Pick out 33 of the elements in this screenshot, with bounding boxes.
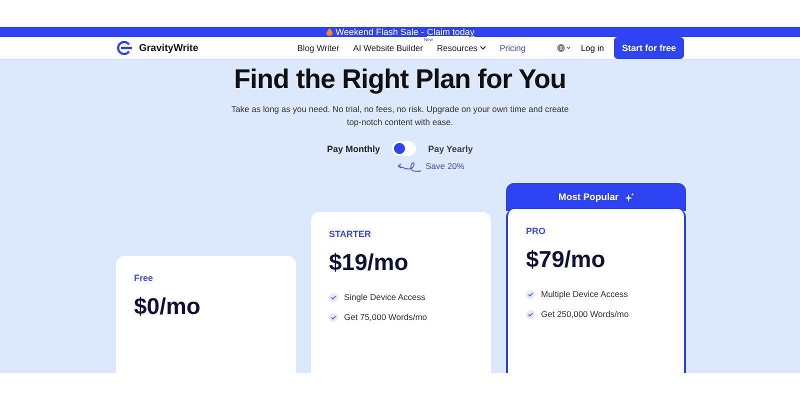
save-note: Save 20% xyxy=(426,161,464,172)
subtitle: Take as long as you need. No trial, no fees, no risk. Upgrade on your own time and create top-notch content with ease. xyxy=(230,103,570,130)
plan-price: $19/mo xyxy=(329,249,410,276)
feature-text: Get 75,000 Words/mo xyxy=(344,312,427,322)
popular-banner: Most Popular xyxy=(506,183,686,212)
plan-name: PRO xyxy=(526,226,547,236)
feature-text: Single Device Access xyxy=(344,292,426,302)
check-icon xyxy=(329,292,338,302)
feature-text: Get 250,000 Words/mo xyxy=(541,309,629,320)
sparkle-icon xyxy=(624,192,634,202)
plan-name: Free xyxy=(134,273,154,284)
nav-link[interactable]: Blog Writer xyxy=(297,43,340,53)
feature-text: Multiple Device Access xyxy=(541,289,628,300)
logo-icon xyxy=(116,41,134,55)
check-icon xyxy=(526,310,535,319)
globe-icon[interactable] xyxy=(556,44,571,52)
plan-price: $0/mo xyxy=(134,293,202,320)
logo-text: GravityWrite xyxy=(139,42,198,54)
check-icon xyxy=(329,312,338,322)
check-icon xyxy=(526,290,535,299)
claim-link[interactable]: Claim today xyxy=(426,27,474,37)
billing-label[interactable]: Pay Yearly xyxy=(428,144,473,154)
start-button[interactable]: Start for free xyxy=(614,37,684,59)
plan-price: $79/mo xyxy=(526,246,606,274)
sale-text: Weekend Flash Sale - xyxy=(336,27,424,37)
login-link[interactable]: Log in xyxy=(580,43,604,53)
billing-toggle[interactable] xyxy=(392,141,416,156)
nav-link[interactable]: Pricing xyxy=(500,43,526,53)
page-title: Find the Right Plan for You xyxy=(234,64,566,95)
plan-name: STARTER xyxy=(329,229,372,240)
flame-icon xyxy=(326,28,333,36)
billing-label[interactable]: Pay Monthly xyxy=(327,144,380,154)
nav-link[interactable]: Resources xyxy=(436,43,486,53)
